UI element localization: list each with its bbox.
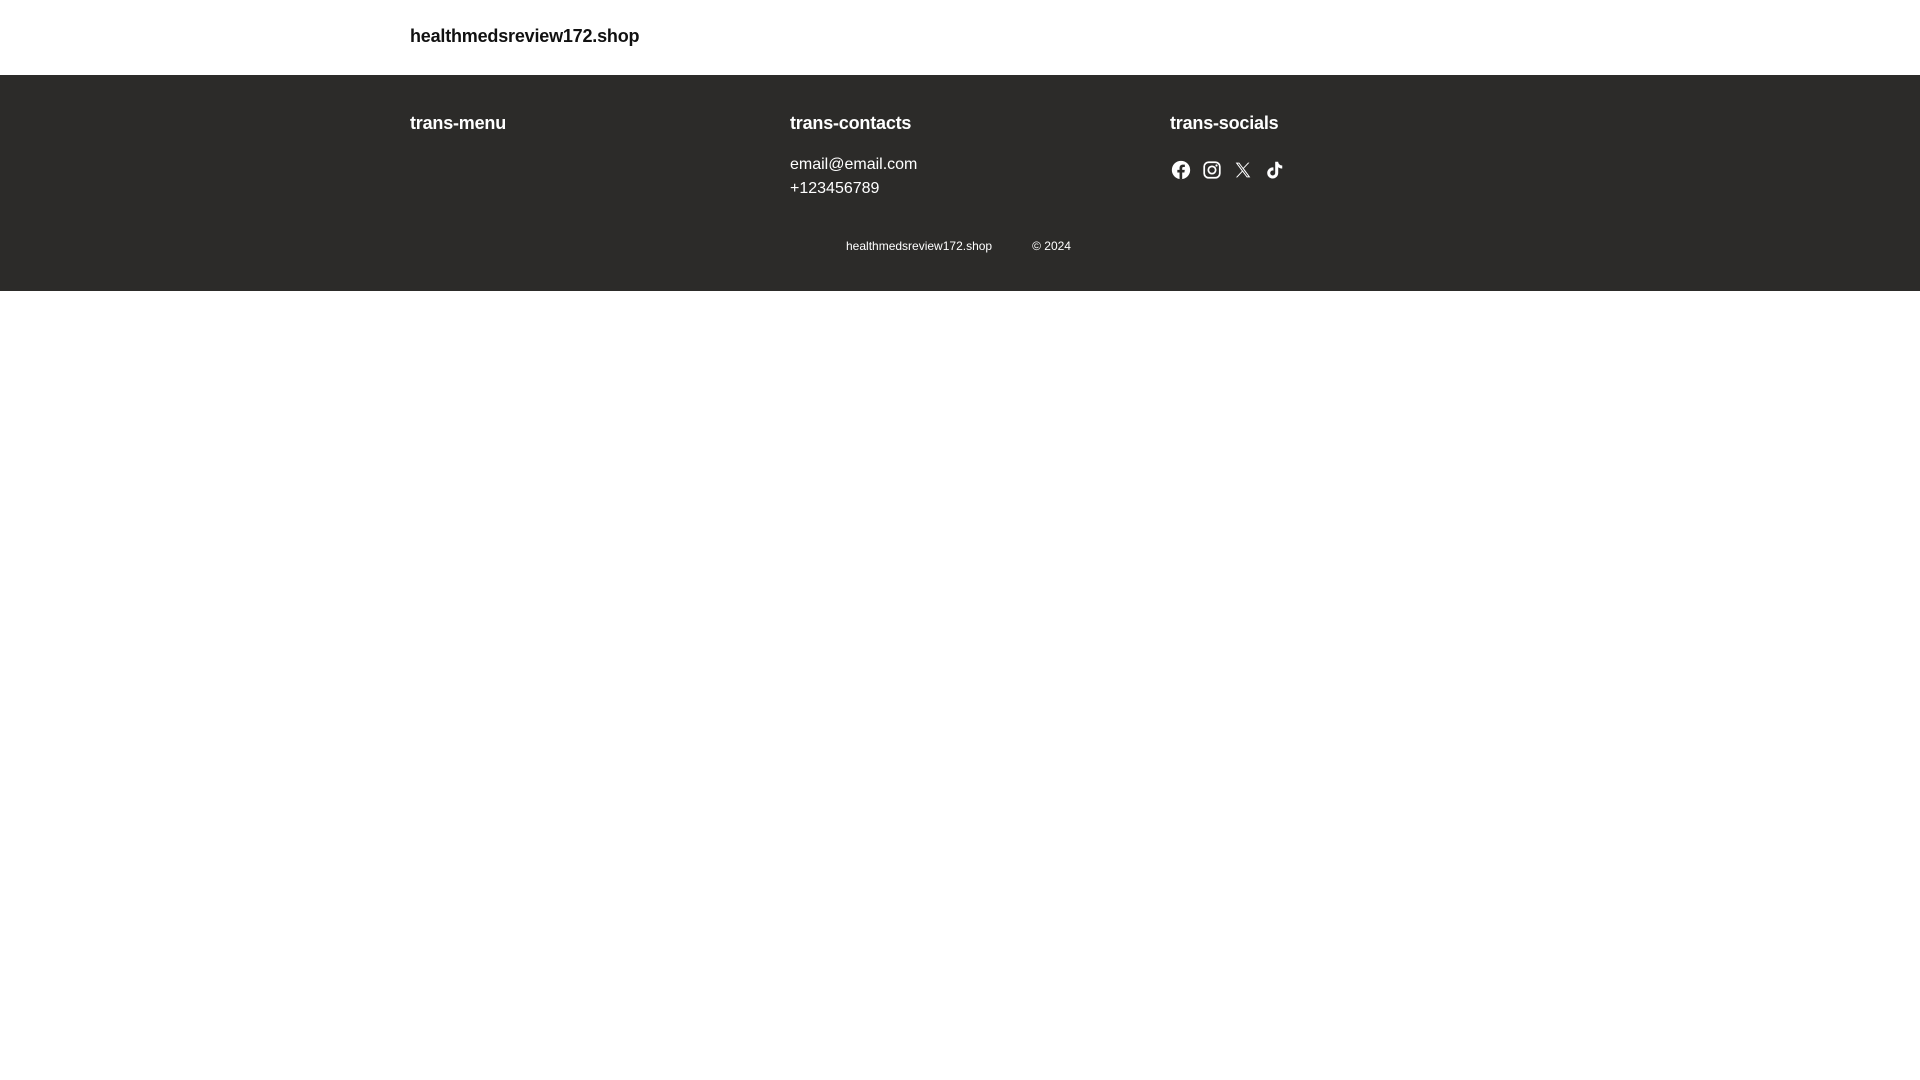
site-header: healthmedsreview172.shop: [0, 0, 1920, 75]
footer-socials-column: trans-socials: [1170, 111, 1285, 181]
social-links: [1170, 159, 1285, 181]
site-footer: trans-menu trans-contacts email@email.co…: [0, 75, 1920, 291]
phone-link[interactable]: +123456789: [790, 177, 917, 201]
site-logo-link[interactable]: healthmedsreview172.shop: [410, 26, 639, 47]
x-link[interactable]: [1232, 159, 1254, 181]
x-icon: [1232, 159, 1254, 181]
tiktok-link[interactable]: [1263, 159, 1285, 181]
facebook-link[interactable]: [1170, 159, 1192, 181]
tiktok-icon: [1263, 159, 1285, 181]
instagram-link[interactable]: [1201, 159, 1223, 181]
email-link[interactable]: email@email.com: [790, 153, 917, 177]
footer-socials-title: trans-socials: [1170, 113, 1279, 133]
footer-contacts-title: trans-contacts: [790, 113, 912, 133]
contacts-list: email@email.com +123456789: [790, 153, 917, 201]
facebook-icon: [1170, 159, 1192, 181]
footer-site-name: healthmedsreview172.shop: [846, 239, 993, 253]
instagram-icon: [1201, 159, 1223, 181]
footer-bottom-row: healthmedsreview172.shop © 2024: [846, 239, 1071, 253]
footer-contacts-column: trans-contacts email@email.com +12345678…: [790, 111, 917, 201]
copyright-text: © 2024: [1032, 239, 1071, 253]
footer-menu-column: trans-menu: [410, 111, 506, 135]
footer-menu-title: trans-menu: [410, 113, 507, 133]
